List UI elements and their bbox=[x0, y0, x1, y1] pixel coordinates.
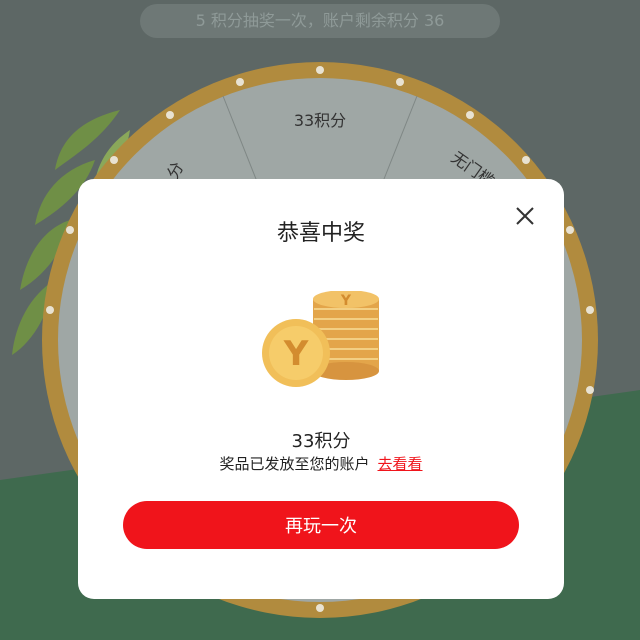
prize-amount: 33积分 bbox=[291, 431, 351, 452]
svg-text:Y: Y bbox=[340, 293, 352, 309]
svg-text:Y: Y bbox=[283, 334, 309, 374]
prize-modal: 恭喜中奖 Y Y 33积分 奖品已发放至您的账户 去看看 再玩一次 bbox=[78, 179, 564, 599]
prize-message: 奖品已发放至您的账户 bbox=[219, 455, 370, 473]
wheel-segment-33: 33积分 bbox=[294, 111, 346, 130]
coins-icon: Y Y bbox=[262, 291, 379, 387]
go-see-link[interactable]: 去看看 bbox=[378, 455, 423, 473]
prize-message-row: 奖品已发放至您的账户 去看看 bbox=[78, 453, 564, 474]
modal-title: 恭喜中奖 bbox=[276, 221, 365, 246]
lottery-info-bar: 5 积分抽奖一次，账户剩余积分 36 bbox=[140, 4, 500, 38]
close-icon[interactable] bbox=[514, 205, 536, 227]
play-again-button[interactable]: 再玩一次 bbox=[123, 501, 519, 549]
